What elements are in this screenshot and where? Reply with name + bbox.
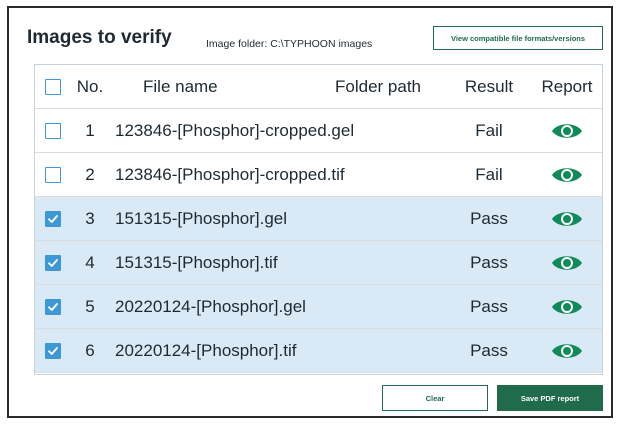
row-checkbox[interactable]	[45, 122, 61, 139]
column-header-no: No.	[76, 76, 104, 96]
row-report-button[interactable]	[535, 241, 599, 284]
row-folder-path	[335, 285, 455, 328]
checkmark-icon	[47, 213, 59, 225]
row-file-name: 151315-[Phosphor].tif	[115, 252, 278, 272]
row-result: Pass	[470, 296, 508, 316]
row-report-button[interactable]	[535, 197, 599, 240]
eye-icon[interactable]	[550, 296, 584, 318]
eye-icon[interactable]	[550, 208, 584, 230]
table-row[interactable]: 4 151315-[Phosphor].tif Pass	[35, 241, 602, 285]
row-checkbox-cell[interactable]	[43, 241, 63, 284]
row-checkbox-cell[interactable]	[43, 285, 63, 328]
row-checkbox[interactable]	[45, 298, 61, 315]
eye-icon[interactable]	[550, 164, 584, 186]
eye-icon[interactable]	[550, 340, 584, 362]
table-header-row: No. File name Folder path Result Report	[35, 65, 602, 109]
save-pdf-report-button[interactable]: Save PDF report	[497, 385, 603, 411]
row-number: 2	[85, 164, 95, 184]
row-result: Pass	[470, 340, 508, 360]
row-checkbox[interactable]	[45, 166, 61, 183]
dialog-title: Images to verify	[27, 27, 172, 48]
row-report-button[interactable]	[535, 109, 599, 152]
row-number: 6	[85, 340, 95, 360]
row-folder-path	[335, 241, 455, 284]
table-row[interactable]: 6 20220124-[Phosphor].tif Pass	[35, 329, 602, 373]
eye-icon[interactable]	[550, 252, 584, 274]
table-row[interactable]: 5 20220124-[Phosphor].gel Pass	[35, 285, 602, 329]
row-report-button[interactable]	[535, 285, 599, 328]
select-all-checkbox[interactable]	[45, 78, 61, 95]
row-result: Fail	[475, 120, 503, 140]
row-file-name: 20220124-[Phosphor].gel	[115, 296, 306, 316]
row-number: 4	[85, 252, 95, 272]
row-report-button[interactable]	[535, 329, 599, 372]
row-report-button[interactable]	[535, 153, 599, 196]
checkmark-icon	[47, 257, 59, 269]
checkmark-icon	[47, 301, 59, 313]
row-checkbox[interactable]	[45, 342, 61, 359]
row-folder-path	[335, 329, 455, 372]
column-header-folder-path: Folder path	[335, 76, 421, 96]
row-number: 3	[85, 208, 95, 228]
table-row[interactable]: 1 123846-[Phosphor]-cropped.gel Fail	[35, 109, 602, 153]
table-row[interactable]: 3 151315-[Phosphor].gel Pass	[35, 197, 602, 241]
row-folder-path	[335, 153, 455, 196]
row-folder-path	[335, 109, 455, 152]
row-checkbox-cell[interactable]	[43, 109, 63, 152]
row-file-name: 123846-[Phosphor]-cropped.tif	[115, 164, 345, 184]
table-row[interactable]: 2 123846-[Phosphor]-cropped.tif Fail	[35, 153, 602, 197]
row-folder-path	[335, 197, 455, 240]
row-checkbox-cell[interactable]	[43, 153, 63, 196]
column-header-result: Result	[464, 76, 514, 96]
checkmark-icon	[47, 345, 59, 357]
row-result: Pass	[470, 252, 508, 272]
row-result: Pass	[470, 208, 508, 228]
view-compatible-formats-button[interactable]: View compatible file formats/versions	[433, 26, 603, 50]
image-folder-label: Image folder: C:\TYPHOON images	[206, 38, 373, 50]
eye-icon[interactable]	[550, 120, 584, 142]
row-number: 1	[85, 120, 95, 140]
column-header-report: Report	[541, 76, 593, 96]
row-checkbox[interactable]	[45, 254, 61, 271]
select-all-checkbox-cell[interactable]	[43, 65, 63, 108]
row-file-name: 20220124-[Phosphor].tif	[115, 340, 297, 360]
images-table: No. File name Folder path Result Report …	[34, 64, 603, 375]
row-file-name: 123846-[Phosphor]-cropped.gel	[115, 120, 355, 140]
row-result: Fail	[475, 164, 503, 184]
row-checkbox-cell[interactable]	[43, 329, 63, 372]
row-number: 5	[85, 296, 95, 316]
row-file-name: 151315-[Phosphor].gel	[115, 208, 288, 228]
row-checkbox[interactable]	[45, 210, 61, 227]
clear-button[interactable]: Clear	[382, 385, 488, 411]
row-checkbox-cell[interactable]	[43, 197, 63, 240]
